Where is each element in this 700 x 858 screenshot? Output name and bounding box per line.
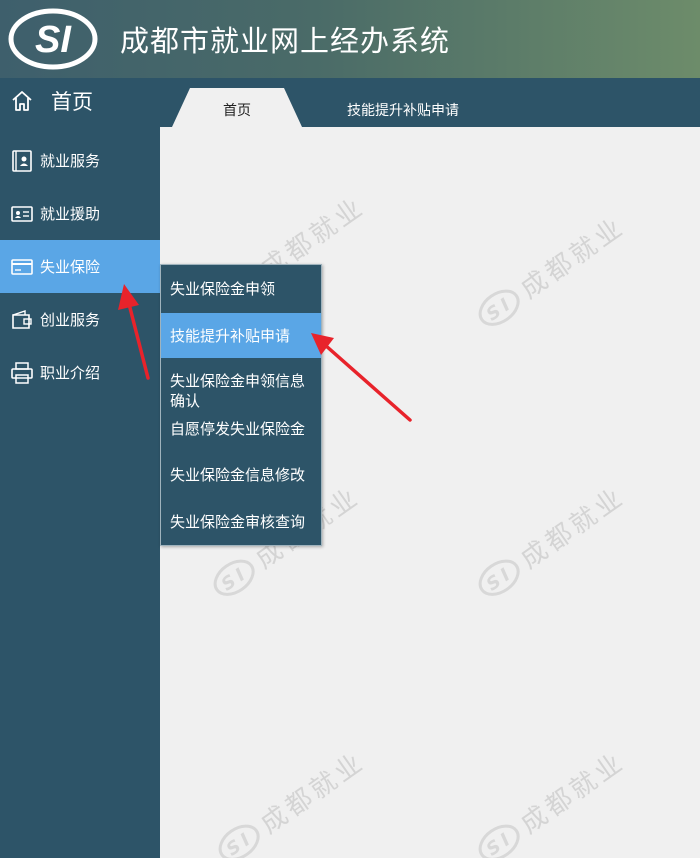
card-icon (11, 258, 33, 275)
unemployment-insurance-submenu: 失业保险金申领 技能提升补贴申请 失业保险金申领信息确认 自愿停发失业保险金 失… (160, 264, 322, 546)
si-logo-icon: SI (8, 8, 98, 70)
menu-item-modify-info[interactable]: 失业保险金信息修改 (161, 465, 321, 487)
menu-item-review-query[interactable]: 失业保险金审核查询 (161, 512, 321, 534)
svg-text:SI: SI (35, 19, 72, 61)
sidebar-item-job-referral[interactable]: 职业介绍 (0, 346, 160, 399)
printer-icon (11, 361, 33, 384)
si-watermark-icon: SI (478, 289, 520, 326)
id-card-icon (12, 149, 32, 172)
sidebar-item-employment-aid[interactable]: 就业援助 (0, 187, 160, 240)
menu-item-claim-benefits[interactable]: 失业保险金申领 (161, 265, 321, 312)
sidebar-item-employment-service[interactable]: 就业服务 (0, 134, 160, 187)
tab-home[interactable]: 首页 (172, 88, 302, 127)
app-header: SI 成都市就业网上经办系统 (0, 0, 700, 78)
tab-home-label: 首页 (223, 102, 251, 119)
menu-item-skill-subsidy[interactable]: 技能提升补贴申请 (161, 313, 321, 358)
sidebar: 就业服务 就业援助 失业保险 创业服务 职业介绍 (0, 127, 160, 858)
home-nav-link[interactable]: 首页 (10, 86, 93, 116)
sidebar-item-label: 创业服务 (40, 311, 101, 329)
menu-item-voluntary-stop[interactable]: 自愿停发失业保险金 (161, 419, 321, 441)
app-title: 成都市就业网上经办系统 (120, 24, 451, 58)
sidebar-item-label: 就业援助 (40, 205, 101, 223)
watermark: SI 成都就业 (469, 477, 631, 606)
badge-card-icon (11, 205, 33, 222)
tab-skill-subsidy[interactable]: 技能提升补贴申请 (318, 90, 488, 129)
home-nav-label: 首页 (51, 90, 93, 114)
sidebar-item-label: 失业保险 (40, 258, 101, 276)
sidebar-item-unemployment-insurance[interactable]: 失业保险 (0, 240, 160, 293)
si-watermark-icon: SI (478, 559, 520, 596)
si-watermark-icon: SI (213, 559, 255, 596)
sidebar-item-label: 职业介绍 (40, 364, 101, 382)
menu-item-confirm-claim-info[interactable]: 失业保险金申领信息确认 (161, 371, 321, 411)
watermark: SI 成都就业 (469, 207, 631, 336)
watermark: SI 成都就业 (469, 742, 631, 858)
sidebar-item-label: 就业服务 (40, 152, 101, 170)
watermark: SI 成都就业 (209, 742, 371, 858)
wallet-icon (12, 309, 32, 329)
sidebar-item-startup-service[interactable]: 创业服务 (0, 293, 160, 346)
home-icon (12, 91, 32, 111)
